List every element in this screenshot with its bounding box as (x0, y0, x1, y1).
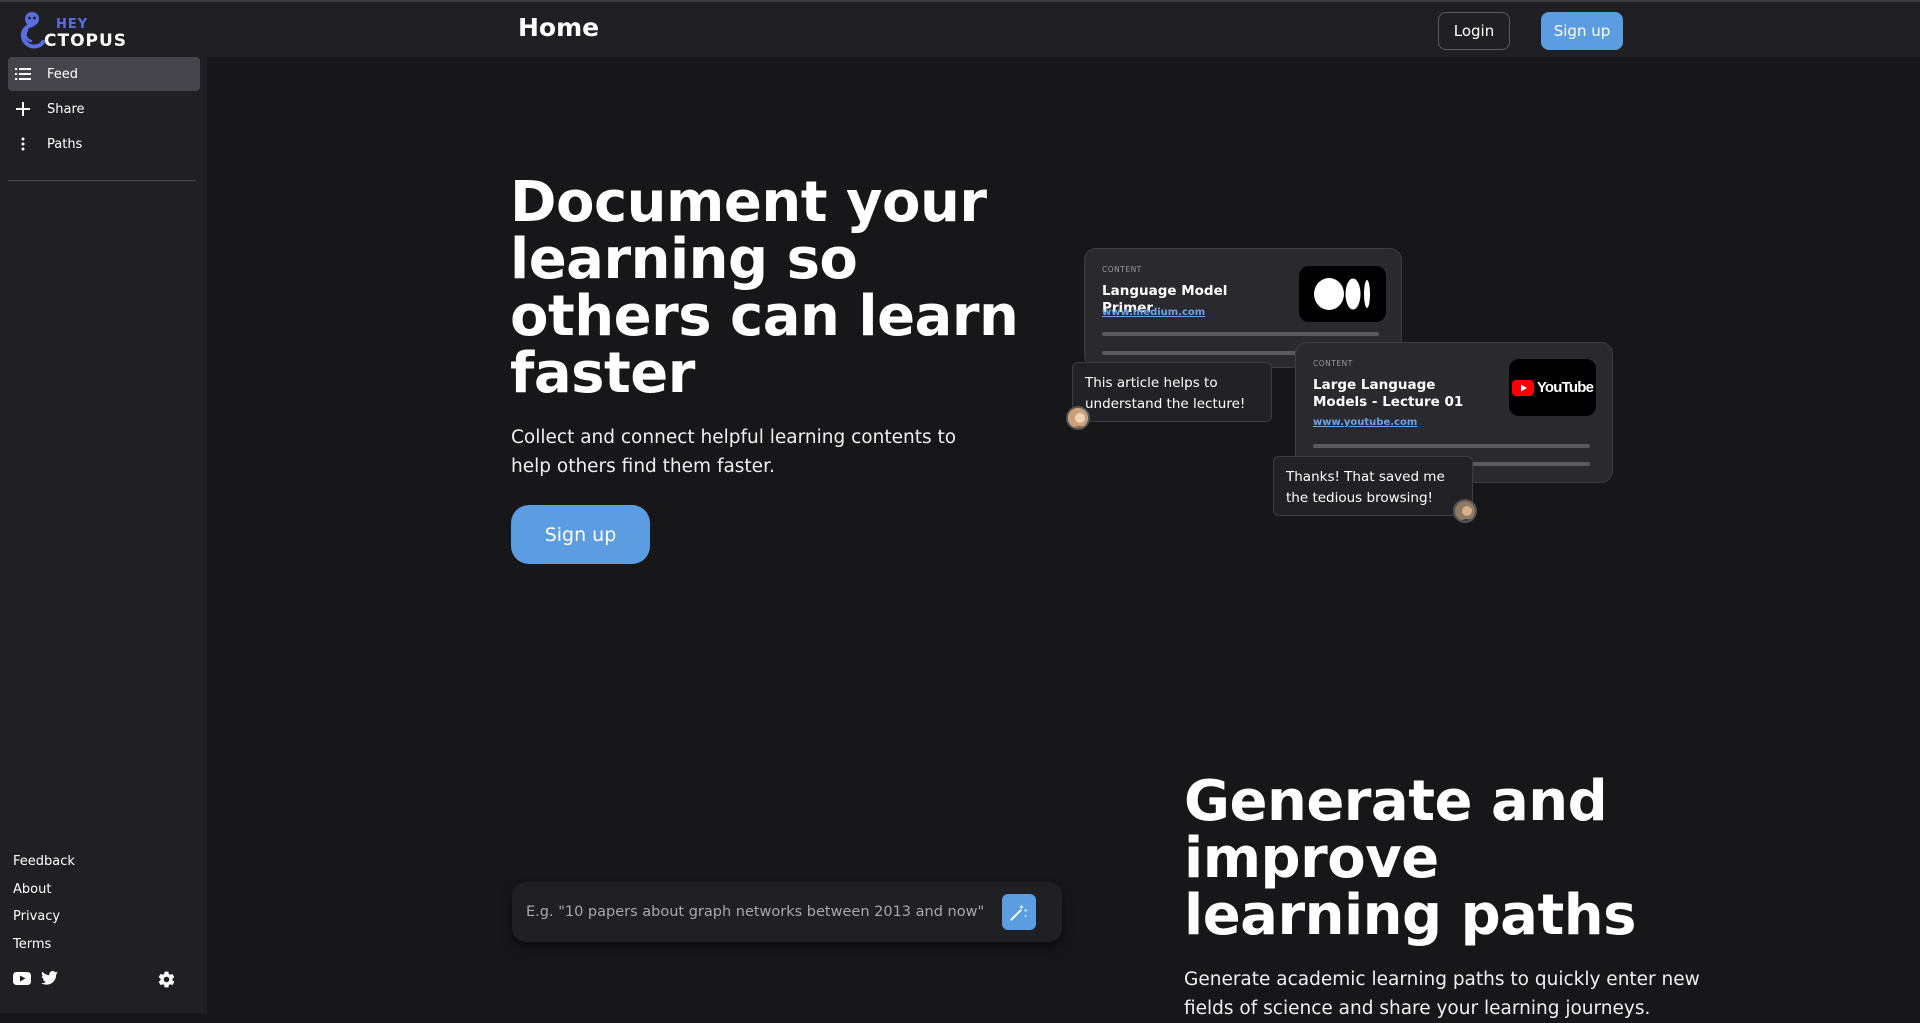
sidebar-divider (8, 180, 196, 181)
medium-logo-icon (1299, 266, 1386, 322)
page-title: Home (518, 13, 600, 42)
signup-button-hero[interactable]: Sign up (511, 505, 650, 564)
footer-link-terms[interactable]: Terms (13, 936, 75, 964)
card-label: CONTENT (1102, 265, 1142, 274)
youtube-logo-text: YouTube (1536, 379, 1594, 396)
section2-subtitle: Generate academic learning paths to quic… (1184, 969, 1700, 1019)
list-icon (15, 66, 31, 82)
card-url: www.youtube.com (1313, 417, 1418, 428)
gear-icon[interactable] (157, 970, 176, 989)
sidebar-item-paths[interactable]: Paths (8, 127, 200, 161)
plus-icon (15, 101, 31, 117)
generate-path-button[interactable] (1002, 894, 1036, 930)
dots-vertical-icon (15, 136, 31, 152)
path-search-box (512, 882, 1062, 942)
section2-title: Generate and improve learning paths (1184, 769, 1636, 948)
sidebar-item-feed[interactable]: Feed (8, 57, 200, 91)
sidebar: HEY CTOPUS Feed Share Paths Feedback Abo… (0, 2, 207, 1013)
card-placeholder-bar (1313, 444, 1590, 448)
card-title: Large Language Models - Lecture 01 (1313, 377, 1464, 410)
sidebar-item-label: Share (47, 101, 85, 117)
footer-link-privacy[interactable]: Privacy (13, 908, 75, 936)
top-bar: Home Login Sign up (207, 2, 1920, 57)
footer-link-about[interactable]: About (13, 881, 75, 909)
sidebar-item-share[interactable]: Share (8, 92, 200, 126)
logo-text-ctopus: CTOPUS (44, 31, 128, 51)
path-search-input[interactable] (526, 900, 996, 924)
sidebar-footer-links: Feedback About Privacy Terms (13, 853, 75, 963)
logo-text-hey: HEY (56, 17, 89, 32)
magic-wand-icon (1010, 904, 1028, 921)
youtube-logo-icon: YouTube (1509, 359, 1596, 416)
comment-bubble: This article helps to understand the lec… (1072, 362, 1272, 422)
hero-subtitle: Collect and connect helpful learning con… (511, 427, 957, 477)
card-label: CONTENT (1313, 359, 1353, 368)
youtube-icon[interactable] (13, 971, 31, 985)
app-logo[interactable]: HEY CTOPUS (18, 10, 128, 50)
card-url: www.medium.com (1102, 307, 1206, 318)
signup-button-header[interactable]: Sign up (1541, 12, 1623, 50)
card-placeholder-bar (1102, 351, 1302, 355)
login-button[interactable]: Login (1438, 12, 1510, 50)
hero-title: Document your learning so others can lea… (510, 170, 1019, 406)
footer-link-feedback[interactable]: Feedback (13, 853, 75, 881)
card-placeholder-bar (1102, 332, 1379, 336)
sidebar-item-label: Paths (47, 136, 83, 152)
comment-bubble: Thanks! That saved me the tedious browsi… (1273, 456, 1473, 516)
avatar (1066, 406, 1090, 430)
comment-text: This article helps to understand the lec… (1085, 375, 1246, 412)
comment-text: Thanks! That saved me the tedious browsi… (1286, 469, 1445, 506)
twitter-icon[interactable] (41, 971, 58, 985)
sidebar-item-label: Feed (47, 66, 79, 82)
avatar (1453, 499, 1477, 523)
social-links (13, 971, 58, 985)
sidebar-nav: Feed Share Paths (8, 57, 200, 162)
